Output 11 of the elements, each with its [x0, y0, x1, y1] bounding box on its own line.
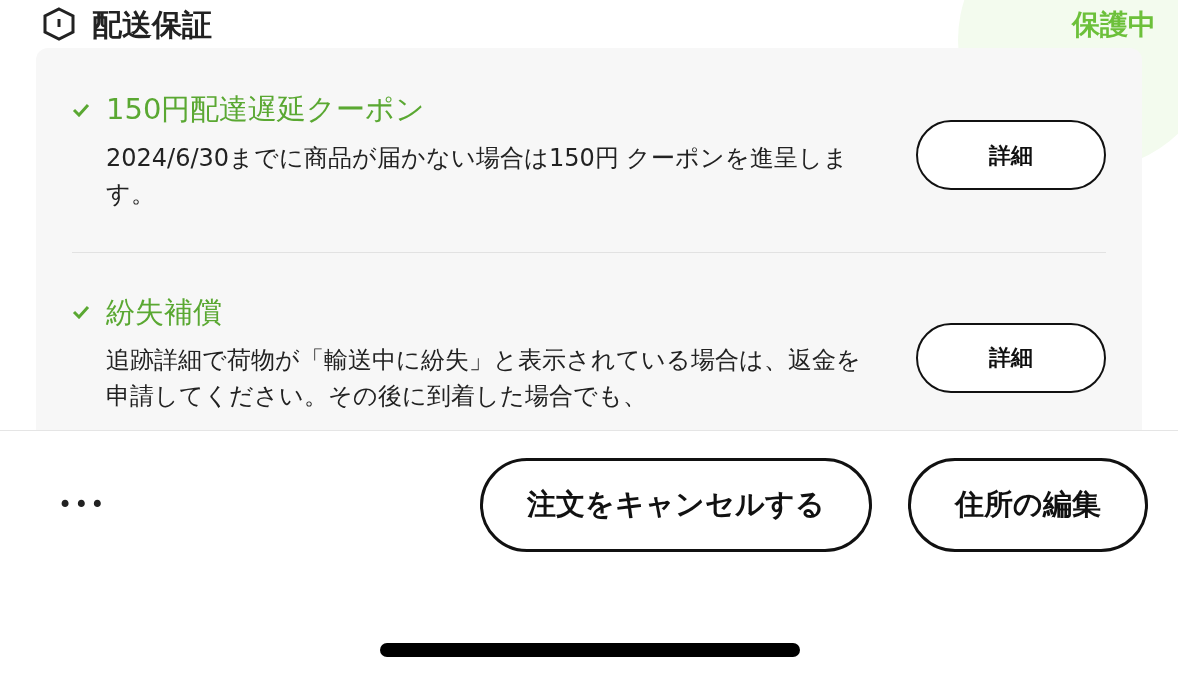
guarantee-description: 追跡詳細で荷物が「輸送中に紛失」と表示されている場合は、返金を申請してください。その後に到着した場合でも、 — [106, 345, 862, 412]
guarantee-description: 2024/6/30までに商品が届かない場合は150円 クーポンを進呈します。 — [106, 142, 850, 210]
edit-address-button[interactable]: 住所の編集 — [908, 458, 1148, 552]
more-menu[interactable]: ••• — [58, 487, 107, 523]
status-label: 保護中 — [1072, 7, 1156, 43]
details-button[interactable]: 詳細 — [916, 322, 1106, 393]
guarantee-title: 紛失補償 — [106, 293, 222, 331]
details-button[interactable]: 詳細 — [916, 120, 1106, 190]
guarantee-title: 150円配達遅延クーポン — [106, 91, 426, 128]
cancel-order-button[interactable]: 注文をキャンセルする — [480, 458, 872, 552]
section-title: 配送保証 — [92, 5, 212, 44]
